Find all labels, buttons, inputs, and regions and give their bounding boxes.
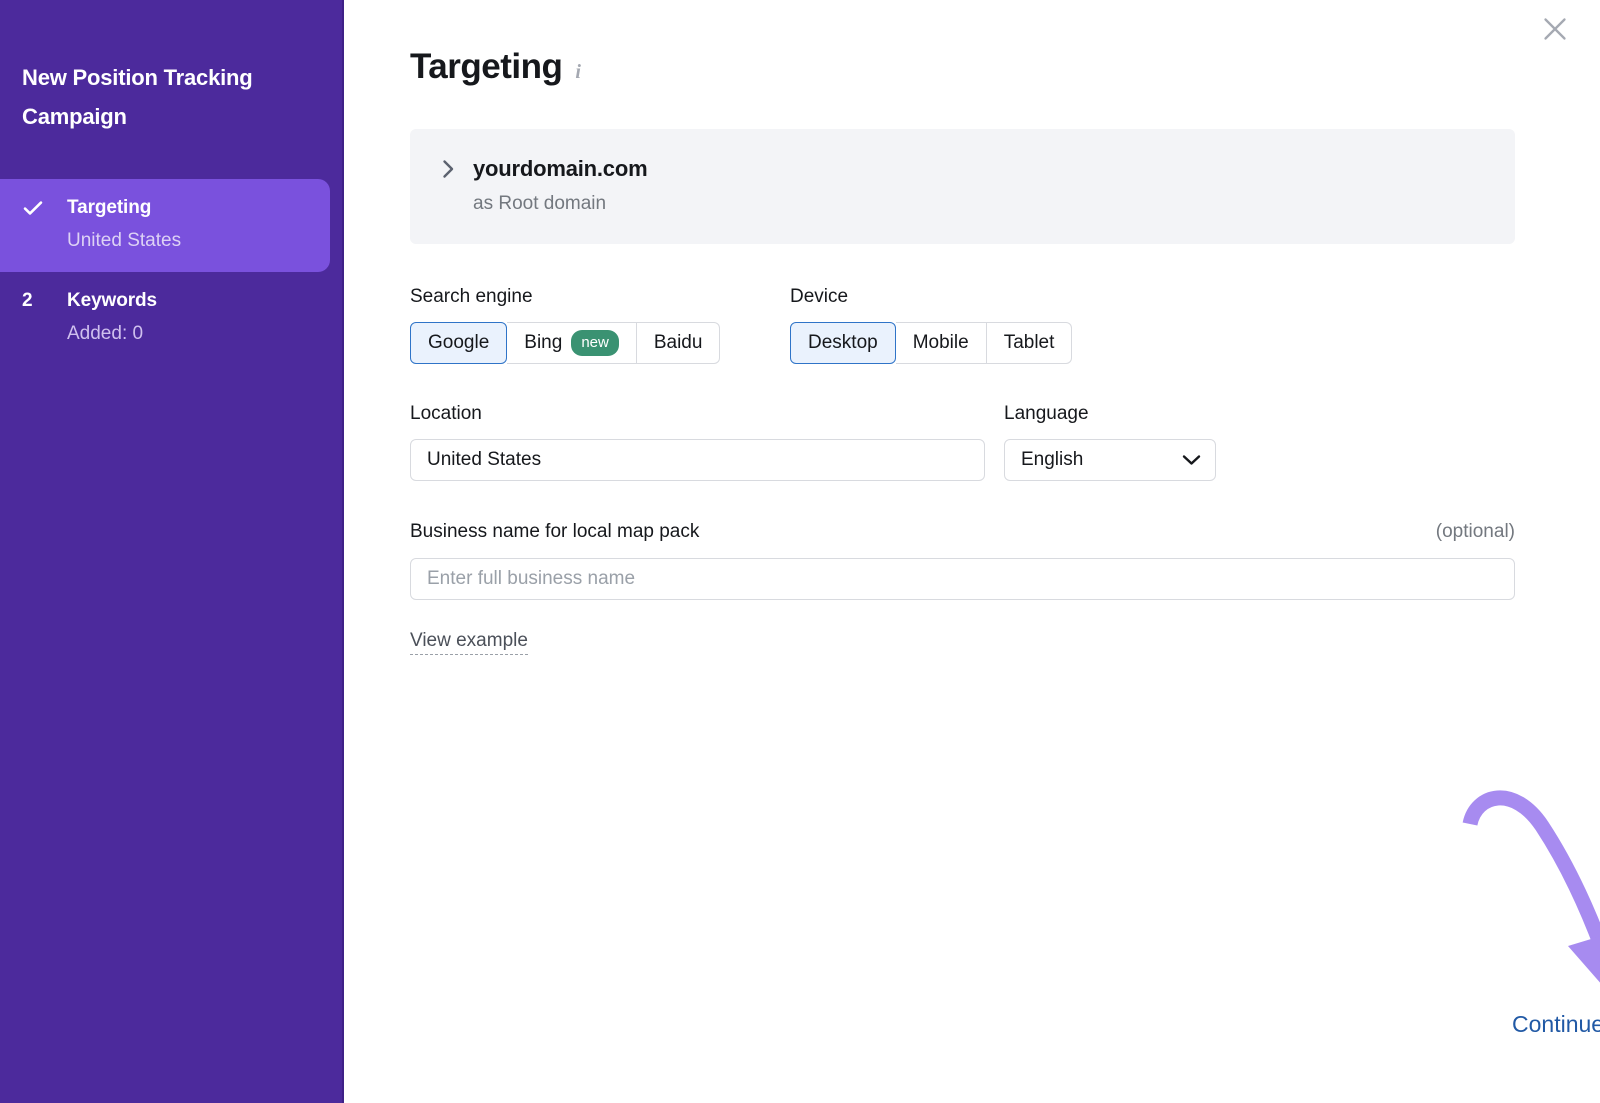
business-name-label-line: Business name for local map pack (option… — [410, 520, 1515, 544]
page-title: Targeting — [410, 46, 562, 88]
engine-device-row: Search engine Google Bing new Baidu — [410, 285, 1512, 364]
device-toggle-group[interactable]: Desktop Mobile Tablet — [790, 322, 1072, 364]
location-field: Location — [410, 402, 985, 481]
device-option-mobile[interactable]: Mobile — [896, 322, 987, 364]
location-label: Location — [410, 402, 985, 426]
continue-to-keywords-label: Continue To Keywords — [1512, 1011, 1600, 1038]
close-icon[interactable] — [1534, 8, 1576, 50]
language-select-wrap: English — [1004, 439, 1216, 481]
sidebar-item-label-targeting: Targeting — [67, 196, 151, 220]
info-icon[interactable]: i — [575, 62, 581, 82]
search-engine-option-baidu-label: Baidu — [654, 332, 703, 354]
continue-to-keywords-button[interactable]: Continue To Keywords — [1512, 1011, 1600, 1038]
optional-label: (optional) — [1436, 521, 1515, 543]
sidebar-item-sub-targeting: United States — [22, 229, 310, 253]
step-number-badge: 2 — [22, 289, 67, 313]
device-option-desktop-label: Desktop — [808, 332, 878, 354]
chevron-right-icon[interactable] — [442, 159, 473, 179]
domain-row: yourdomain.com — [410, 156, 1515, 182]
view-example-link[interactable]: View example — [410, 630, 528, 655]
domain-summary-panel[interactable]: yourdomain.com as Root domain — [410, 129, 1515, 244]
sidebar-item-keywords[interactable]: 2 Keywords Added: 0 — [0, 272, 342, 365]
page-title-row: Targeting i — [410, 46, 1512, 88]
device-option-desktop[interactable]: Desktop — [790, 322, 896, 364]
search-engine-option-google-label: Google — [428, 332, 489, 354]
device-field: Device Desktop Mobile Tablet — [790, 285, 1170, 364]
sidebar-item-label-keywords: Keywords — [67, 289, 157, 313]
setup-wizard-sidebar: New Position Tracking Campaign Targeting… — [0, 0, 344, 1103]
position-tracking-setup-modal: New Position Tracking Campaign Targeting… — [0, 0, 1600, 1103]
campaign-title: New Position Tracking Campaign — [0, 0, 342, 136]
search-engine-field: Search engine Google Bing new Baidu — [410, 285, 790, 364]
domain-scope-label: as Root domain — [410, 193, 1515, 215]
business-name-field: Business name for local map pack (option… — [410, 520, 1515, 655]
device-option-mobile-label: Mobile — [913, 332, 969, 354]
targeting-form: Targeting i yourdomain.com as Root domai… — [344, 0, 1512, 655]
search-engine-option-bing[interactable]: Bing new — [507, 322, 637, 364]
search-engine-option-bing-label: Bing — [524, 332, 562, 354]
search-engine-option-baidu[interactable]: Baidu — [637, 322, 721, 364]
language-select-value: English — [1021, 449, 1083, 471]
main-panel: Targeting i yourdomain.com as Root domai… — [344, 0, 1600, 1103]
new-badge: new — [571, 330, 619, 356]
curved-arrow-annotation — [1462, 778, 1600, 1010]
location-language-row: Location Language English — [410, 402, 1512, 481]
check-icon — [22, 197, 67, 219]
step-header-keywords: 2 Keywords — [22, 289, 322, 313]
business-name-label: Business name for local map pack — [410, 520, 699, 544]
business-name-input[interactable] — [410, 558, 1515, 600]
domain-name: yourdomain.com — [473, 156, 647, 182]
device-option-tablet[interactable]: Tablet — [987, 322, 1073, 364]
location-input[interactable] — [410, 439, 985, 481]
sidebar-item-targeting[interactable]: Targeting United States — [0, 179, 330, 272]
search-engine-toggle-group[interactable]: Google Bing new Baidu — [410, 322, 720, 364]
search-engine-label: Search engine — [410, 285, 790, 309]
sidebar-item-sub-keywords: Added: 0 — [22, 322, 322, 346]
device-label: Device — [790, 285, 1170, 309]
device-option-tablet-label: Tablet — [1004, 332, 1055, 354]
language-label: Language — [1004, 402, 1216, 426]
search-engine-option-google[interactable]: Google — [410, 322, 507, 364]
language-field: Language English — [1004, 402, 1216, 481]
chevron-down-icon[interactable] — [1182, 454, 1201, 466]
step-header-targeting: Targeting — [22, 196, 310, 220]
wizard-step-list: Targeting United States 2 Keywords Added… — [0, 179, 342, 365]
